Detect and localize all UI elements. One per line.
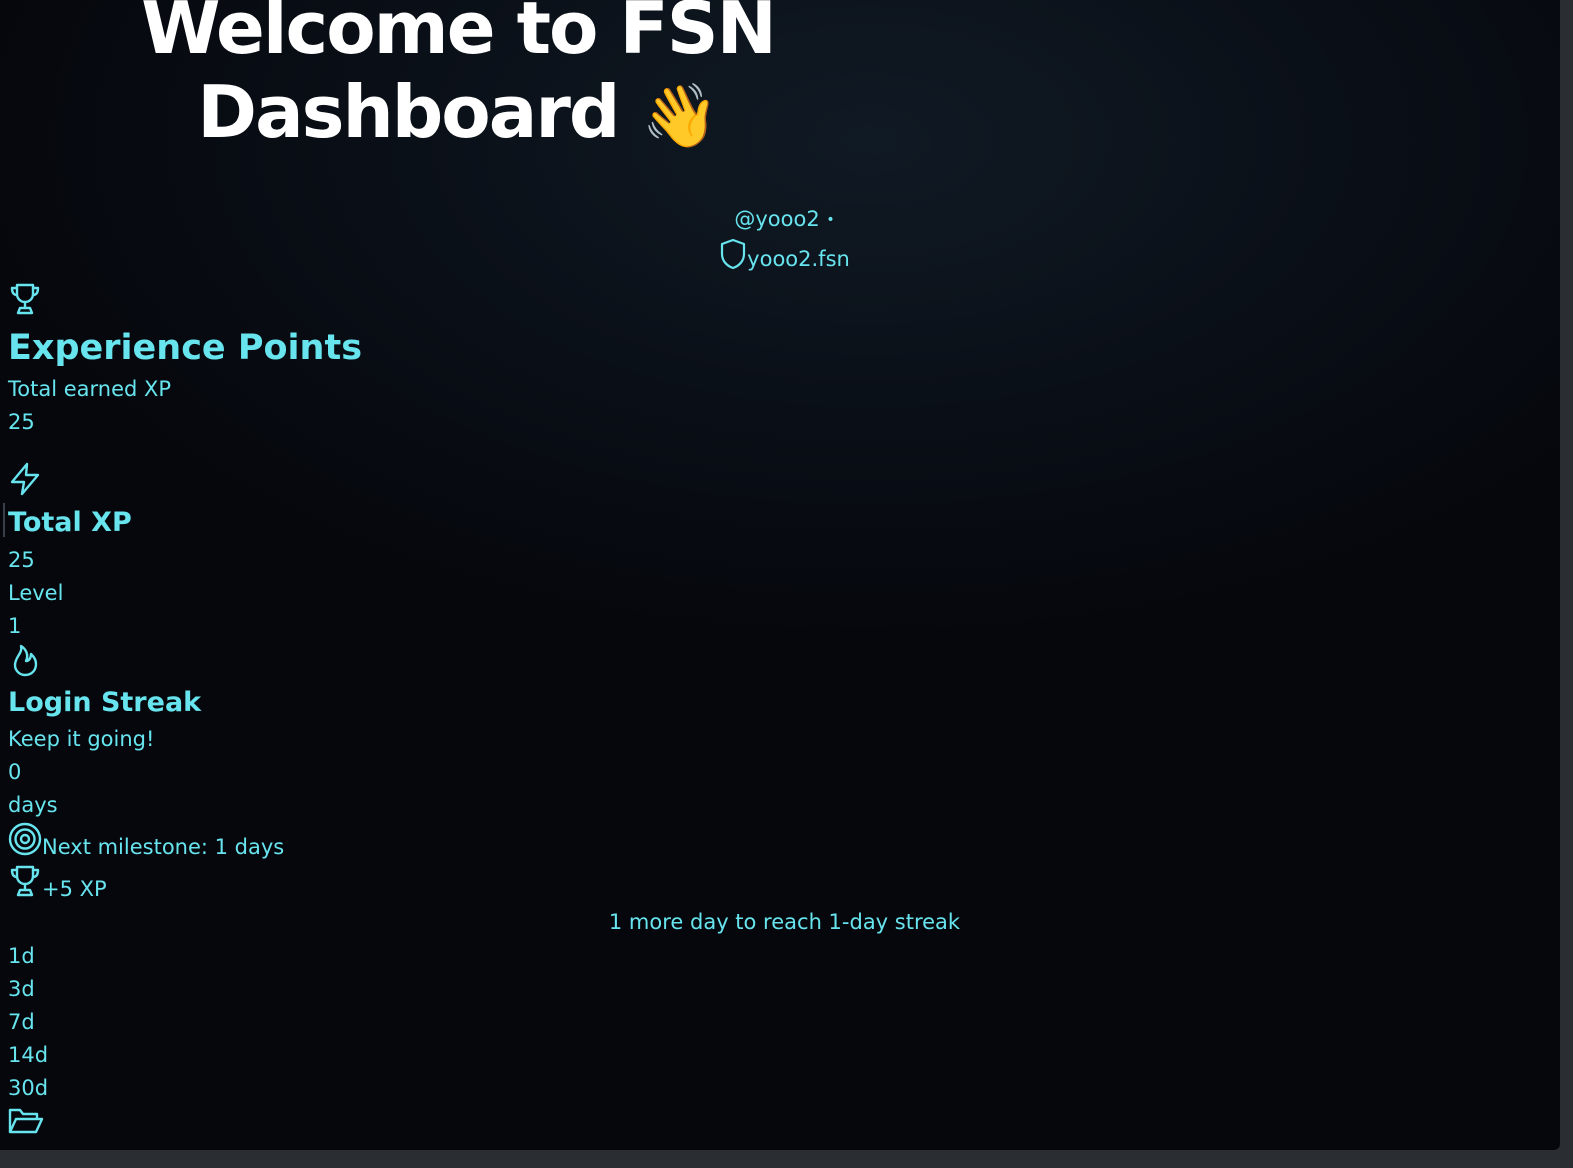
trophy-icon (8, 864, 42, 904)
experience-title: Experience Points (8, 328, 363, 368)
milestone-reward-row: +5 XP (8, 864, 107, 904)
shield-icon (719, 238, 747, 275)
level-label: Level (8, 581, 64, 605)
handle-separator: • (826, 212, 835, 228)
milestone-3d: 3d (8, 977, 35, 1001)
experience-subtitle: Total earned XP (8, 377, 172, 401)
user-handle[interactable]: @yooo2 (734, 207, 819, 231)
login-streak-subtitle: Keep it going! (8, 727, 155, 751)
milestone-30d: 30d (8, 1076, 49, 1100)
level-value: 1 (8, 614, 22, 638)
title-line-2-wrap: Dashboard 👋 (8, 70, 908, 158)
total-xp-value: 25 (8, 548, 35, 572)
milestone-7d: 7d (8, 1010, 35, 1034)
trophy-icon (8, 282, 42, 316)
milestone-reward-text: +5 XP (42, 877, 107, 901)
title-line-2: Dashboard (197, 70, 620, 154)
milestone-1d: 1d (8, 944, 35, 968)
lightning-icon (8, 462, 42, 496)
title-line-1: Welcome to FSN (141, 0, 777, 70)
streak-progress-message: 1 more day to reach 1-day streak (608, 910, 961, 934)
total-xp-title: Total XP (8, 507, 132, 538)
flame-icon (8, 643, 42, 677)
login-streak-title: Login Streak (8, 687, 202, 718)
streak-unit: days (8, 793, 58, 817)
user-domain[interactable]: yooo2.fsn (747, 247, 850, 271)
user-domain-row: yooo2.fsn (568, 238, 1001, 275)
dashboard-window: Welcome to FSN Dashboard 👋 @yooo2 • yooo… (0, 0, 1560, 1150)
user-handle-row: @yooo2 • (568, 207, 1001, 231)
waving-hand-emoji: 👋 (641, 79, 719, 152)
next-milestone-row: Next milestone: 1 days (8, 822, 284, 862)
streak-value: 0 (8, 760, 22, 784)
folder-open-icon[interactable] (8, 1106, 44, 1136)
target-icon (8, 822, 42, 862)
dashboard-content: Welcome to FSN Dashboard 👋 @yooo2 • yooo… (3, 0, 1560, 1150)
next-milestone-text: Next milestone: 1 days (42, 835, 285, 859)
milestone-14d: 14d (8, 1043, 49, 1067)
experience-value: 25 (8, 410, 35, 434)
text-cursor (3, 503, 5, 537)
